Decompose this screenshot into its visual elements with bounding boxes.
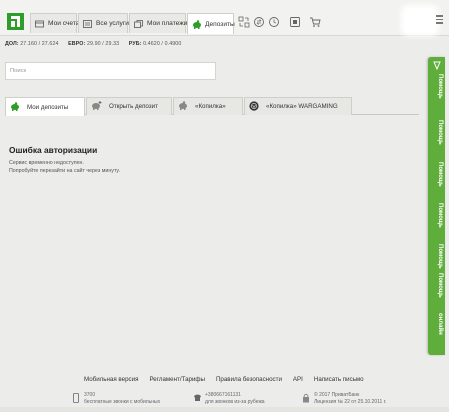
usd-value: 27.160 / 27.624 bbox=[20, 41, 59, 47]
error-hint: Попробуйте перезайти на сайт через минут… bbox=[9, 168, 121, 174]
footer-link-mobile[interactable]: Мобильная версия bbox=[84, 376, 138, 383]
shop-icon[interactable] bbox=[307, 14, 322, 30]
help-label[interactable]: онлайн bbox=[430, 313, 443, 335]
list-icon bbox=[83, 19, 92, 28]
footer-link-tariffs[interactable]: Регламент/Тарифы bbox=[149, 376, 205, 383]
piggy-bank-icon bbox=[10, 101, 20, 113]
new-deposit-icon bbox=[91, 101, 102, 112]
privatbank-logo[interactable] bbox=[7, 13, 24, 30]
top-navigation: Мои счета Все услуги Мои платежи Депозит… bbox=[0, 0, 449, 36]
tab-kopilka[interactable]: «Копилка» bbox=[173, 97, 243, 115]
error-message: Сервис временно недоступен. bbox=[9, 160, 84, 166]
user-avatar[interactable] bbox=[405, 9, 435, 32]
help-label[interactable]: Помощь bbox=[430, 273, 443, 298]
help-label[interactable]: Помощь bbox=[430, 120, 443, 145]
tab-label: «Копилка» WARGAMING bbox=[266, 103, 338, 110]
rub-label: РУБ: bbox=[128, 41, 142, 47]
transfer-icon[interactable] bbox=[236, 14, 251, 30]
menu-icon[interactable] bbox=[436, 15, 443, 26]
tab-label: «Копилка» bbox=[195, 103, 226, 110]
help-logo-icon bbox=[433, 61, 441, 71]
tab-open-deposit[interactable]: Открыть депозит bbox=[86, 97, 172, 115]
footer-link-security[interactable]: Правила безопасности bbox=[216, 376, 282, 383]
error-title: Ошибка авторизации bbox=[9, 145, 98, 155]
exchange-rates: ДОЛ: 27.160 / 27.624 ЕВРО: 29.90 / 29.33… bbox=[5, 41, 181, 47]
footer-phone-abroad: +380667161131 для звонков из-за рубежа bbox=[194, 392, 265, 405]
deposit-tabs: Мои депозиты Открыть депозит «Копилка» «… bbox=[5, 97, 419, 116]
nav-tab-label: Мои счета bbox=[48, 20, 80, 27]
nav-tab-label: Депозиты bbox=[205, 20, 235, 28]
eur-value: 29.90 / 29.33 bbox=[86, 41, 120, 47]
footer-copyright: © 2017 ПриватБанк Лицензия № 22 от 25.10… bbox=[303, 392, 387, 405]
tab-label: Открыть депозит bbox=[109, 103, 158, 110]
nav-tab-label: Все услуги bbox=[96, 20, 129, 27]
exchange-icon[interactable] bbox=[251, 14, 266, 30]
search-input[interactable]: Поиск bbox=[5, 62, 216, 80]
eur-label: ЕВРО: bbox=[68, 41, 86, 47]
help-label[interactable]: Помощь bbox=[430, 74, 443, 99]
rub-value: 0.4620 / 0.4900 bbox=[143, 41, 182, 47]
messages-icon[interactable] bbox=[287, 14, 302, 30]
phone-icon bbox=[193, 393, 201, 403]
search-placeholder: Поиск bbox=[10, 68, 27, 74]
tab-label: Мои депозиты bbox=[27, 103, 69, 111]
nav-tab-deposits[interactable]: Депозиты bbox=[187, 13, 235, 34]
license-text: Лицензия № 22 от 25.10.2011 г. bbox=[314, 398, 387, 405]
help-label[interactable]: Помощь bbox=[430, 244, 443, 269]
help-label[interactable]: Помощь bbox=[430, 203, 443, 228]
phone-note: бесплатные звонки с мобильных bbox=[84, 398, 161, 405]
piggy-bank-icon bbox=[178, 101, 188, 112]
tab-kopilka-wargaming[interactable]: «Копилка» WARGAMING bbox=[244, 97, 352, 115]
footer-link-api[interactable]: API bbox=[293, 376, 303, 383]
footer-link-write-letter[interactable]: Написать письмо bbox=[314, 376, 364, 383]
footer-divider bbox=[0, 407, 449, 412]
footer-links: Мобильная версия Регламент/Тарифы Правил… bbox=[84, 376, 375, 383]
tab-my-deposits[interactable]: Мои депозиты bbox=[5, 97, 85, 116]
usd-label: ДОЛ: bbox=[5, 41, 19, 47]
mobile-phone-icon bbox=[72, 393, 80, 403]
card-icon bbox=[35, 20, 44, 28]
phone-note: для звонков из-за рубежа bbox=[205, 398, 265, 405]
lock-icon bbox=[302, 393, 310, 403]
payments-icon bbox=[134, 19, 143, 28]
history-icon[interactable] bbox=[266, 14, 281, 30]
nav-tab-my-accounts[interactable]: Мои счета bbox=[30, 13, 80, 33]
nav-tab-all-services[interactable]: Все услуги bbox=[78, 13, 129, 33]
help-label[interactable]: Помощь bbox=[430, 162, 443, 187]
wargaming-icon bbox=[249, 100, 259, 113]
nav-tab-label: Мои платежи bbox=[147, 20, 188, 27]
nav-tab-my-payments[interactable]: Мои платежи bbox=[129, 13, 188, 33]
footer-phone-mobile: 3700 бесплатные звонки с мобильных bbox=[73, 392, 161, 405]
piggy-bank-icon bbox=[192, 20, 201, 29]
